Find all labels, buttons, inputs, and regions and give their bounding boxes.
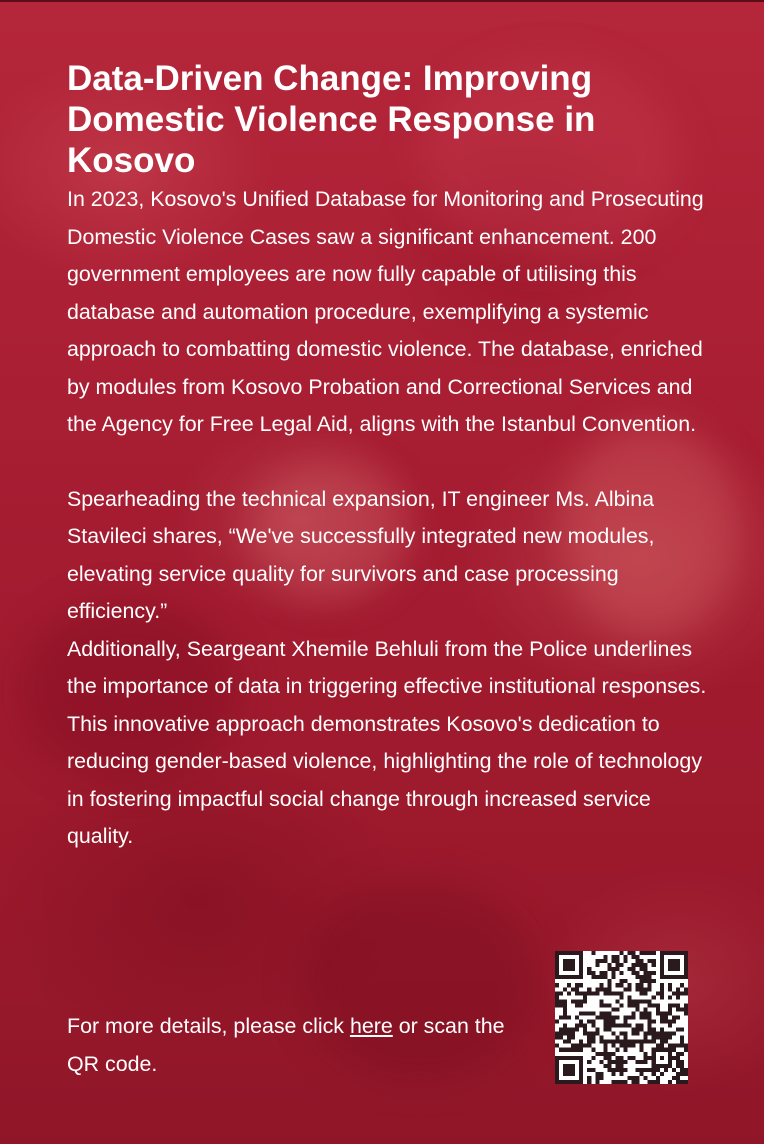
footer-text-before-link: For more details, please click bbox=[67, 1014, 350, 1038]
info-card: Data-Driven Change: Improving Domestic V… bbox=[0, 0, 764, 1144]
footer-note: For more details, please click here or s… bbox=[67, 1007, 537, 1083]
article-title: Data-Driven Change: Improving Domestic V… bbox=[67, 59, 596, 180]
article: Data-Driven Change: Improving Domestic V… bbox=[67, 58, 707, 856]
article-paragraph-3: Additionally, Seargeant Xhemile Behluli … bbox=[67, 636, 707, 849]
qr-code-graphic bbox=[555, 951, 688, 1084]
top-border bbox=[0, 0, 764, 2]
qr-code-icon[interactable] bbox=[555, 951, 688, 1084]
details-link[interactable]: here bbox=[350, 1014, 393, 1038]
article-paragraph-1: In 2023, Kosovo's Unified Database for M… bbox=[67, 187, 704, 436]
article-paragraph-2: Spearheading the technical expansion, IT… bbox=[67, 486, 655, 624]
